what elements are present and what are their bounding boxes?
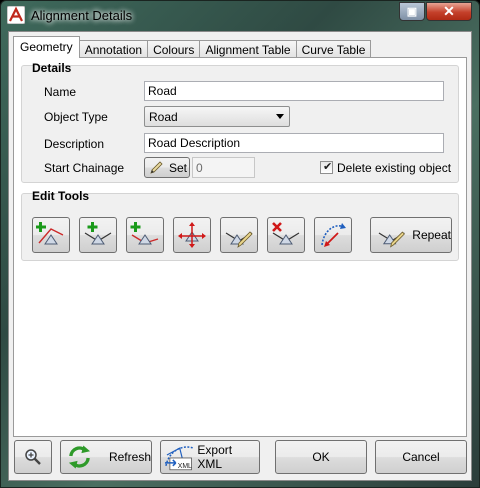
start-chainage-label: Start Chainage	[44, 161, 125, 175]
ok-button[interactable]: OK	[275, 440, 367, 474]
edit-ip-icon	[225, 231, 253, 248]
zoom-button[interactable]	[14, 440, 52, 474]
svg-text:XML: XML	[178, 463, 192, 470]
restore-icon: ▣	[406, 6, 418, 18]
zoom-icon	[25, 449, 41, 465]
description-label: Description	[44, 137, 105, 151]
export-xml-button-label: Export XML	[197, 443, 233, 471]
add-ip-start-button[interactable]	[32, 217, 70, 253]
edit-ip-button[interactable]	[220, 217, 258, 253]
window-title: Alignment Details	[31, 8, 133, 23]
tab-curve-table[interactable]: Curve Table	[295, 40, 372, 58]
export-xml-button[interactable]: XML Export XML	[160, 440, 260, 474]
delete-existing-label: Delete existing object	[337, 161, 452, 175]
description-field[interactable]	[144, 133, 444, 153]
repeat-icon	[378, 231, 405, 248]
app-icon	[7, 6, 25, 24]
close-button[interactable]: ✕	[426, 2, 472, 21]
pencil-icon	[150, 160, 163, 174]
name-field[interactable]	[144, 81, 444, 101]
edit-tools-group-title: Edit Tools	[32, 189, 90, 203]
reverse-alignment-icon	[321, 223, 346, 247]
delete-ip-icon	[272, 222, 300, 245]
ok-button-label: OK	[312, 450, 330, 464]
title-bar[interactable]: Alignment Details ▣ ✕	[1, 1, 479, 31]
repeat-button[interactable]: Repeat	[370, 217, 452, 253]
add-ip-middle-icon	[84, 222, 112, 245]
move-ip-icon	[178, 222, 206, 248]
geometry-panel: Details Name Object Type Road Descriptio…	[13, 57, 467, 437]
export-xml-icon: XML	[164, 446, 194, 471]
add-ip-middle-button[interactable]	[79, 217, 117, 253]
add-ip-start-icon	[36, 222, 64, 245]
add-ip-end-icon	[130, 222, 159, 245]
restore-button[interactable]: ▣	[399, 2, 425, 21]
details-group: Details Name Object Type Road Descriptio…	[21, 61, 459, 183]
repeat-button-label: Repeat	[412, 228, 451, 242]
add-ip-end-button[interactable]	[126, 217, 164, 253]
refresh-button-label: Refresh	[108, 450, 151, 464]
set-button-label: Set	[169, 160, 188, 175]
chainage-field[interactable]	[192, 157, 255, 178]
move-ip-button[interactable]	[173, 217, 211, 253]
dialog-client: Geometry Annotation Colours Alignment Ta…	[8, 31, 472, 481]
refresh-icon	[68, 445, 91, 469]
delete-existing-checkbox[interactable]: ✔	[320, 161, 333, 174]
cancel-button[interactable]: Cancel	[375, 440, 467, 474]
edit-tools-group: Edit Tools Repeat	[21, 189, 459, 261]
name-label: Name	[44, 85, 77, 99]
alignment-details-window: Alignment Details ▣ ✕ Geometry Annotatio…	[0, 0, 480, 488]
tab-colours[interactable]: Colours	[147, 40, 201, 58]
set-chainage-button[interactable]: Set	[144, 157, 190, 178]
chevron-down-icon	[276, 114, 284, 119]
checkmark-icon: ✔	[323, 161, 333, 173]
details-group-title: Details	[32, 61, 72, 75]
tab-geometry[interactable]: Geometry	[13, 36, 80, 58]
cancel-button-label: Cancel	[402, 450, 440, 464]
object-type-select[interactable]: Road	[144, 106, 290, 127]
delete-ip-button[interactable]	[267, 217, 305, 253]
dialog-footer: Refresh XML Export XML OK Cancel	[13, 440, 467, 474]
tab-annotation[interactable]: Annotation	[78, 40, 149, 58]
reverse-alignment-button[interactable]	[314, 217, 352, 253]
refresh-button[interactable]: Refresh	[60, 440, 152, 474]
tab-alignment-table[interactable]: Alignment Table	[199, 40, 297, 58]
tab-strip: Geometry Annotation Colours Alignment Ta…	[13, 36, 372, 58]
close-icon: ✕	[443, 3, 455, 19]
object-type-value: Road	[149, 110, 178, 124]
object-type-label: Object Type	[44, 110, 108, 124]
